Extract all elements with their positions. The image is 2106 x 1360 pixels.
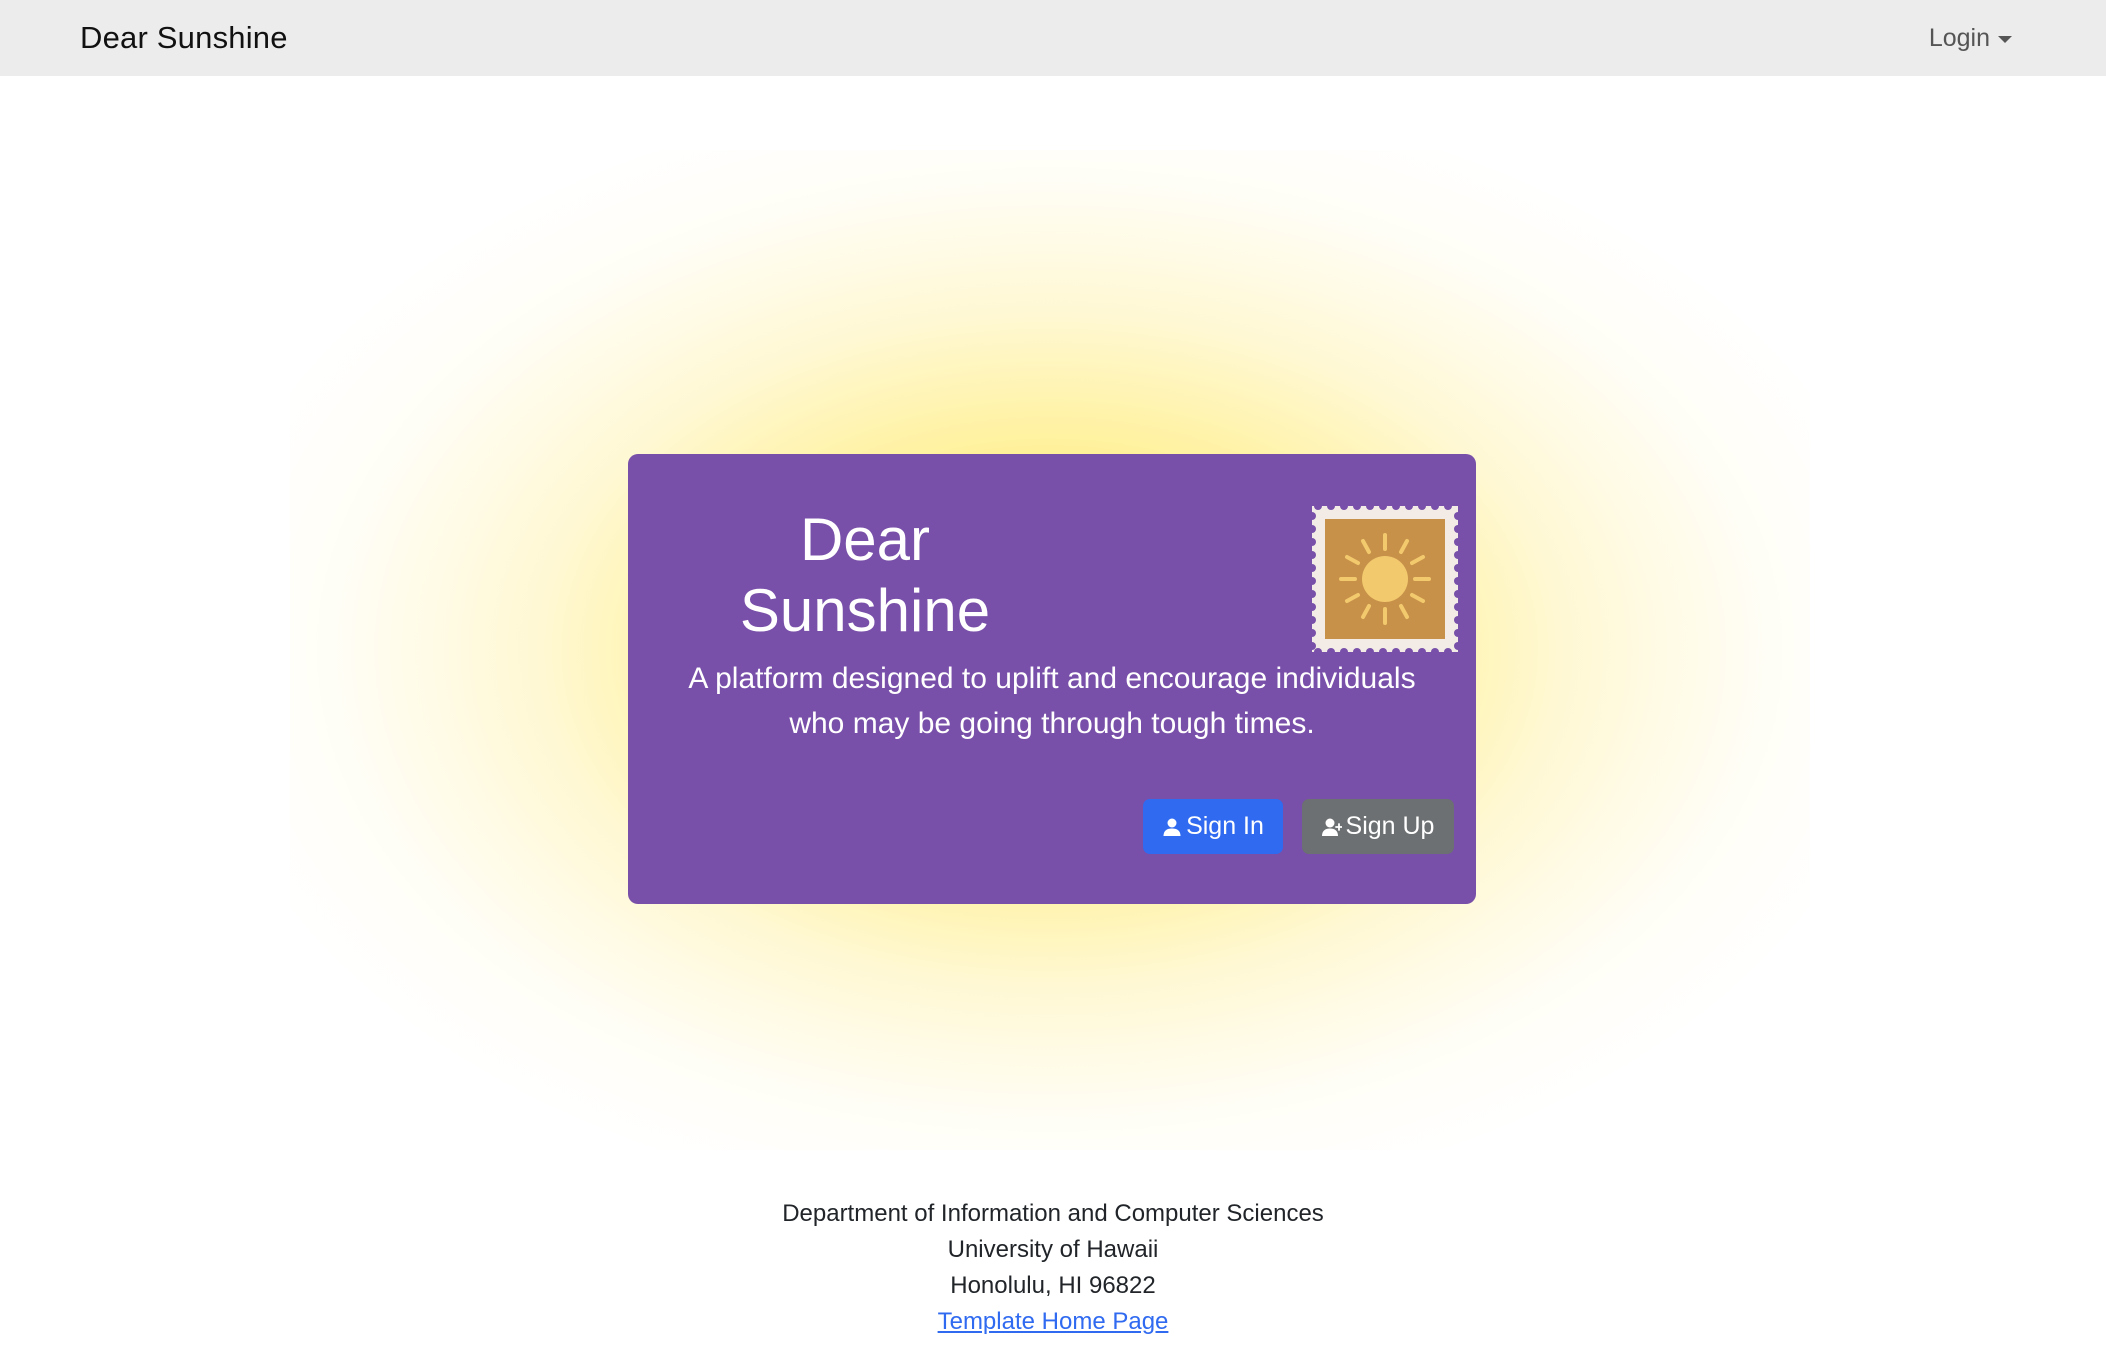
top-navbar: Dear Sunshine Login <box>0 0 2106 76</box>
sun-stamp-icon <box>1312 506 1458 652</box>
sign-up-button[interactable]: Sign Up <box>1302 799 1454 854</box>
hero-subtitle-line2: who may be going through tough times. <box>789 707 1315 740</box>
template-home-page-link[interactable]: Template Home Page <box>938 1308 1169 1335</box>
page-footer: Department of Information and Computer S… <box>0 1196 2106 1340</box>
hero-title: Dear Sunshine <box>628 504 1102 646</box>
hero-subtitle-line1: A platform designed to uplift and encour… <box>688 662 1416 695</box>
footer-university: University of Hawaii <box>947 1236 1159 1263</box>
caret-down-icon <box>1998 35 2012 43</box>
hero-title-line2: Sunshine <box>739 577 991 644</box>
footer-address: Honolulu, HI 96822 <box>950 1272 1156 1299</box>
sign-in-label: Sign In <box>1186 812 1264 840</box>
hero-card: Dear Sunshine A platform designed to upl… <box>628 454 1476 904</box>
login-label: Login <box>1928 23 1990 52</box>
hero-title-line1: Dear <box>799 506 931 573</box>
sign-up-label: Sign Up <box>1345 812 1435 840</box>
sign-in-button[interactable]: Sign In <box>1143 799 1283 854</box>
hero-subtitle: A platform designed to uplift and encour… <box>648 656 1456 746</box>
login-dropdown-toggle[interactable]: Login <box>1929 24 2012 53</box>
navbar-brand[interactable]: Dear Sunshine <box>80 20 288 56</box>
footer-department: Department of Information and Computer S… <box>782 1200 1324 1227</box>
person-plus-icon <box>1321 818 1342 836</box>
person-icon <box>1163 818 1181 836</box>
